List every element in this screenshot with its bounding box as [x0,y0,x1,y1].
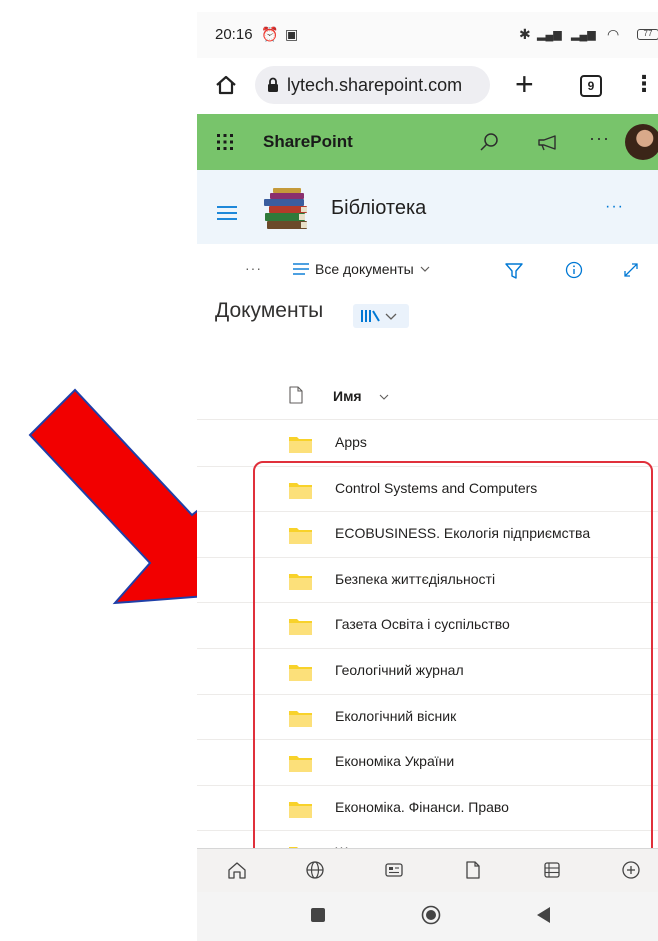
lock-icon [268,77,278,92]
list-icon[interactable] [542,860,562,880]
phone-screen: 20:16 ⏰ ▣ ✱ ▂▄▆ ▂▄▆ ◠ 77 lytech.sharepoi… [197,12,658,941]
tab-switcher-button[interactable]: 9 [580,75,602,97]
suite-more-button[interactable]: ··· [589,128,610,149]
folder-name: Control Systems and Computers [335,479,538,496]
home-circle-icon[interactable] [421,905,441,925]
signal-icon: ▂▄▆ [537,29,562,41]
alarm-icon: ⏰ [261,26,279,42]
command-more-button[interactable]: ··· [245,260,262,276]
site-title[interactable]: Бібліотека [331,197,426,220]
hamburger-menu-icon[interactable] [217,206,237,220]
home-icon[interactable] [215,74,237,96]
battery-icon: 77 [637,29,658,40]
app-name[interactable]: SharePoint [263,132,353,152]
folder-icon [289,756,312,773]
list-item[interactable]: Control Systems and Computers [197,467,658,513]
wifi-icon: ◠ [607,26,620,42]
site-header: Бібліотека ··· [197,170,658,244]
folder-name: Apps [335,434,367,450]
name-column-header[interactable]: Имя [333,388,362,404]
avatar[interactable] [625,124,658,160]
folder-name: Економіка України [335,753,455,770]
list-item[interactable]: Економіка України [197,740,658,786]
list-item[interactable]: Екологічний вісник [197,695,658,741]
command-bar: ··· Все документы [197,244,658,296]
list-item[interactable]: ECOBUSINESS. Екологія підприємства [197,512,658,558]
view-selector[interactable]: Все документы [293,258,430,280]
recent-apps-icon[interactable] [311,908,325,922]
site-more-button[interactable]: ··· [605,198,624,216]
address-bar[interactable]: lytech.sharepoint.com [255,66,490,104]
new-tab-button[interactable]: + [515,66,534,102]
home-icon[interactable] [227,860,247,880]
library-title: Документы [215,299,324,322]
app-bottom-nav [197,848,658,892]
chevron-down-icon [420,266,430,272]
folder-icon [289,573,312,590]
news-icon[interactable] [384,860,404,880]
notification-icon: ▣ [285,26,299,42]
status-time: 20:16 [215,26,253,43]
system-nav-bar [197,892,658,941]
file-icon[interactable] [463,860,483,880]
view-label: Все документы [315,261,414,277]
library-switcher-icon[interactable] [353,304,409,328]
info-icon[interactable] [565,261,583,279]
folder-icon [289,482,312,499]
list-item[interactable]: Економіка. Фінанси. Право [197,786,658,832]
signal-2-icon: ▂▄▆ [571,29,596,41]
folder-icon [289,664,312,681]
browser-toolbar: lytech.sharepoint.com + 9 ⋮ [197,58,658,114]
add-icon[interactable] [621,860,641,880]
folder-name: Геологічний журнал [335,661,464,678]
folder-name: Безпека життєдіяльності [335,570,496,587]
list-item[interactable]: Apps [197,421,658,467]
search-icon[interactable] [479,132,499,152]
browser-menu-button[interactable]: ⋮ [633,70,655,98]
folder-name: Газета Освіта і суспільство [335,616,510,633]
list-item[interactable]: Геологічний журнал [197,649,658,695]
view-lines-icon [293,263,309,275]
bluetooth-icon: ✱ [519,26,531,42]
document-icon[interactable] [289,386,303,404]
suite-bar: SharePoint ··· [197,114,658,170]
expand-icon[interactable] [623,262,639,278]
app-launcher-icon[interactable] [217,134,233,150]
folder-icon [289,619,312,636]
back-icon[interactable] [537,907,551,923]
list-item[interactable]: Газета Освіта і суспільство [197,603,658,649]
folder-name: ECOBUSINESS. Екологія підприємства [335,525,591,542]
folder-icon [289,801,312,818]
globe-icon[interactable] [305,860,325,880]
status-bar: 20:16 ⏰ ▣ ✱ ▂▄▆ ▂▄▆ ◠ 77 [197,12,658,58]
folder-icon [289,528,312,545]
list-header: Имя [197,372,658,420]
folder-icon [289,437,312,453]
filter-icon[interactable] [505,262,523,280]
file-list: Apps Control Systems and Computers ECOBU… [197,421,658,877]
folder-name: Економіка. Фінанси. Право [335,798,509,815]
url-text: lytech.sharepoint.com [287,75,463,95]
folder-name: Екологічний вісник [335,707,457,724]
megaphone-icon[interactable] [537,134,559,152]
chevron-down-icon[interactable] [379,393,389,401]
folder-icon [289,710,312,727]
list-item[interactable]: Безпека життєдіяльності [197,558,658,604]
books-logo-icon[interactable] [261,187,311,231]
